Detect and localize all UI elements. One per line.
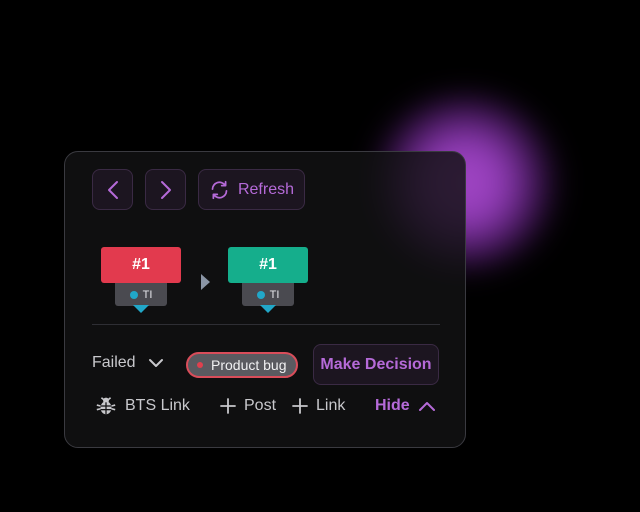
plus-icon: [220, 398, 236, 414]
defect-type-label: Product bug: [211, 357, 287, 373]
chevron-right-icon: [160, 180, 171, 199]
step-tag-label: TI: [269, 288, 280, 301]
step-number: #1: [228, 247, 308, 283]
refresh-button[interactable]: Refresh: [198, 169, 305, 210]
stage: Refresh #1 TI #1 TI Failed Product bug M…: [0, 0, 640, 512]
status-label: Failed: [92, 354, 136, 371]
next-button[interactable]: [145, 169, 186, 210]
add-post-button[interactable]: Post: [220, 397, 276, 415]
step-tag-label: TI: [142, 288, 153, 301]
chevron-left-icon: [107, 180, 118, 199]
previous-button[interactable]: [92, 169, 133, 210]
bug-icon: [96, 397, 116, 415]
post-label: Post: [244, 397, 277, 414]
step-number: #1: [101, 247, 181, 283]
step-tag: TI: [115, 283, 167, 306]
chevron-down-icon: [148, 359, 163, 367]
status-dropdown[interactable]: Failed: [92, 354, 164, 372]
hide-label: Hide: [375, 397, 410, 414]
bts-link-label: BTS Link: [125, 397, 190, 414]
pipeline-step-2[interactable]: #1 TI: [228, 247, 308, 314]
plus-icon: [292, 398, 308, 414]
link-label: Link: [316, 397, 346, 414]
hide-button[interactable]: Hide: [375, 397, 436, 415]
status-dot-icon: [129, 290, 138, 299]
refresh-label: Refresh: [237, 180, 294, 198]
bts-link-button[interactable]: BTS Link: [95, 395, 190, 417]
status-dot-icon: [256, 290, 265, 299]
step-tag: TI: [242, 283, 294, 306]
defect-type-badge[interactable]: Product bug: [186, 352, 298, 378]
chevron-up-icon: [418, 401, 435, 411]
marker-pin-icon: [133, 305, 149, 313]
defect-dot-icon: [197, 362, 203, 368]
marker-pin-icon: [260, 305, 276, 313]
test-item-panel: Refresh #1 TI #1 TI Failed Product bug M…: [64, 151, 466, 448]
make-decision-button[interactable]: Make Decision: [313, 344, 439, 385]
arrow-right-icon: [201, 274, 210, 290]
add-link-button[interactable]: Link: [292, 397, 345, 415]
divider: [92, 324, 440, 325]
pipeline-step-1[interactable]: #1 TI: [101, 247, 181, 314]
refresh-icon: [211, 180, 228, 199]
